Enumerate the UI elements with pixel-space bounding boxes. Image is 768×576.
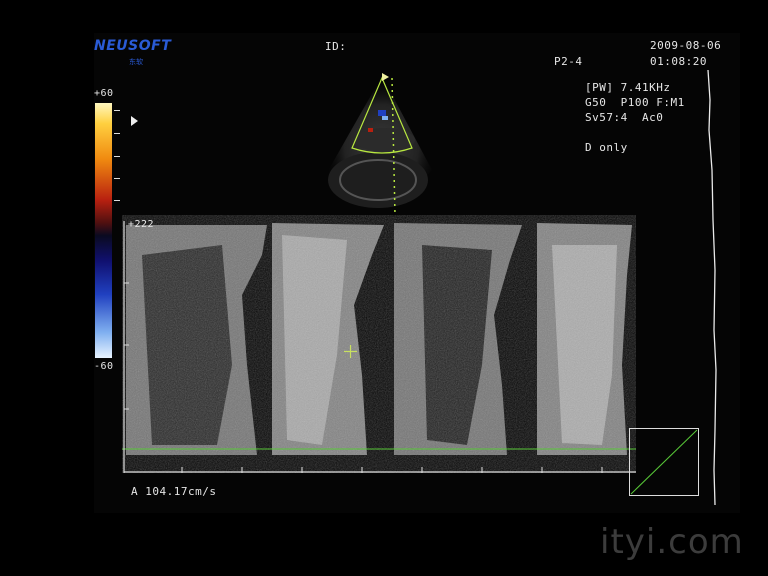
exam-time: 01:08:20 [650,55,707,68]
patient-id-label: ID: [325,40,347,53]
sector-marker-icon [382,73,389,81]
gain-power-readout: G50 P100 F:M1 [585,96,685,109]
bmode-sector-image [320,73,432,216]
exam-date: 2009-08-06 [650,39,722,52]
colorbar-tick [114,133,120,134]
colorbar-tick [114,156,120,157]
brand-logo-sub: 东软 [129,58,143,66]
sample-volume-readout: Sv57:4 Ac0 [585,111,664,124]
colorbar-pointer-icon [131,116,138,126]
crosshair-cursor-icon [344,345,357,358]
colorbar-tick [114,110,120,111]
ecg-trace [707,70,717,506]
colorbar-bottom-label: -60 [94,361,114,372]
colorbar-tick [114,200,120,201]
probe-label: P2-4 [554,55,583,68]
color-velocity-bar [95,103,112,358]
pw-prf-readout: [PW] 7.41KHz [585,81,671,94]
colorbar-top-label: +60 [94,88,114,99]
reference-thumbnail-box [629,428,699,496]
spectral-doppler-trace [122,215,636,473]
colorbar-tick [114,178,120,179]
velocity-measurement: A 104.17cm/s [131,485,217,498]
velocity-scale-label: +222 [128,219,155,230]
brand-logo: NEUSOFT [94,38,172,54]
watermark: ityi.com [600,522,744,562]
display-mode-readout: D only [585,141,628,154]
reference-diagonal [630,429,698,495]
